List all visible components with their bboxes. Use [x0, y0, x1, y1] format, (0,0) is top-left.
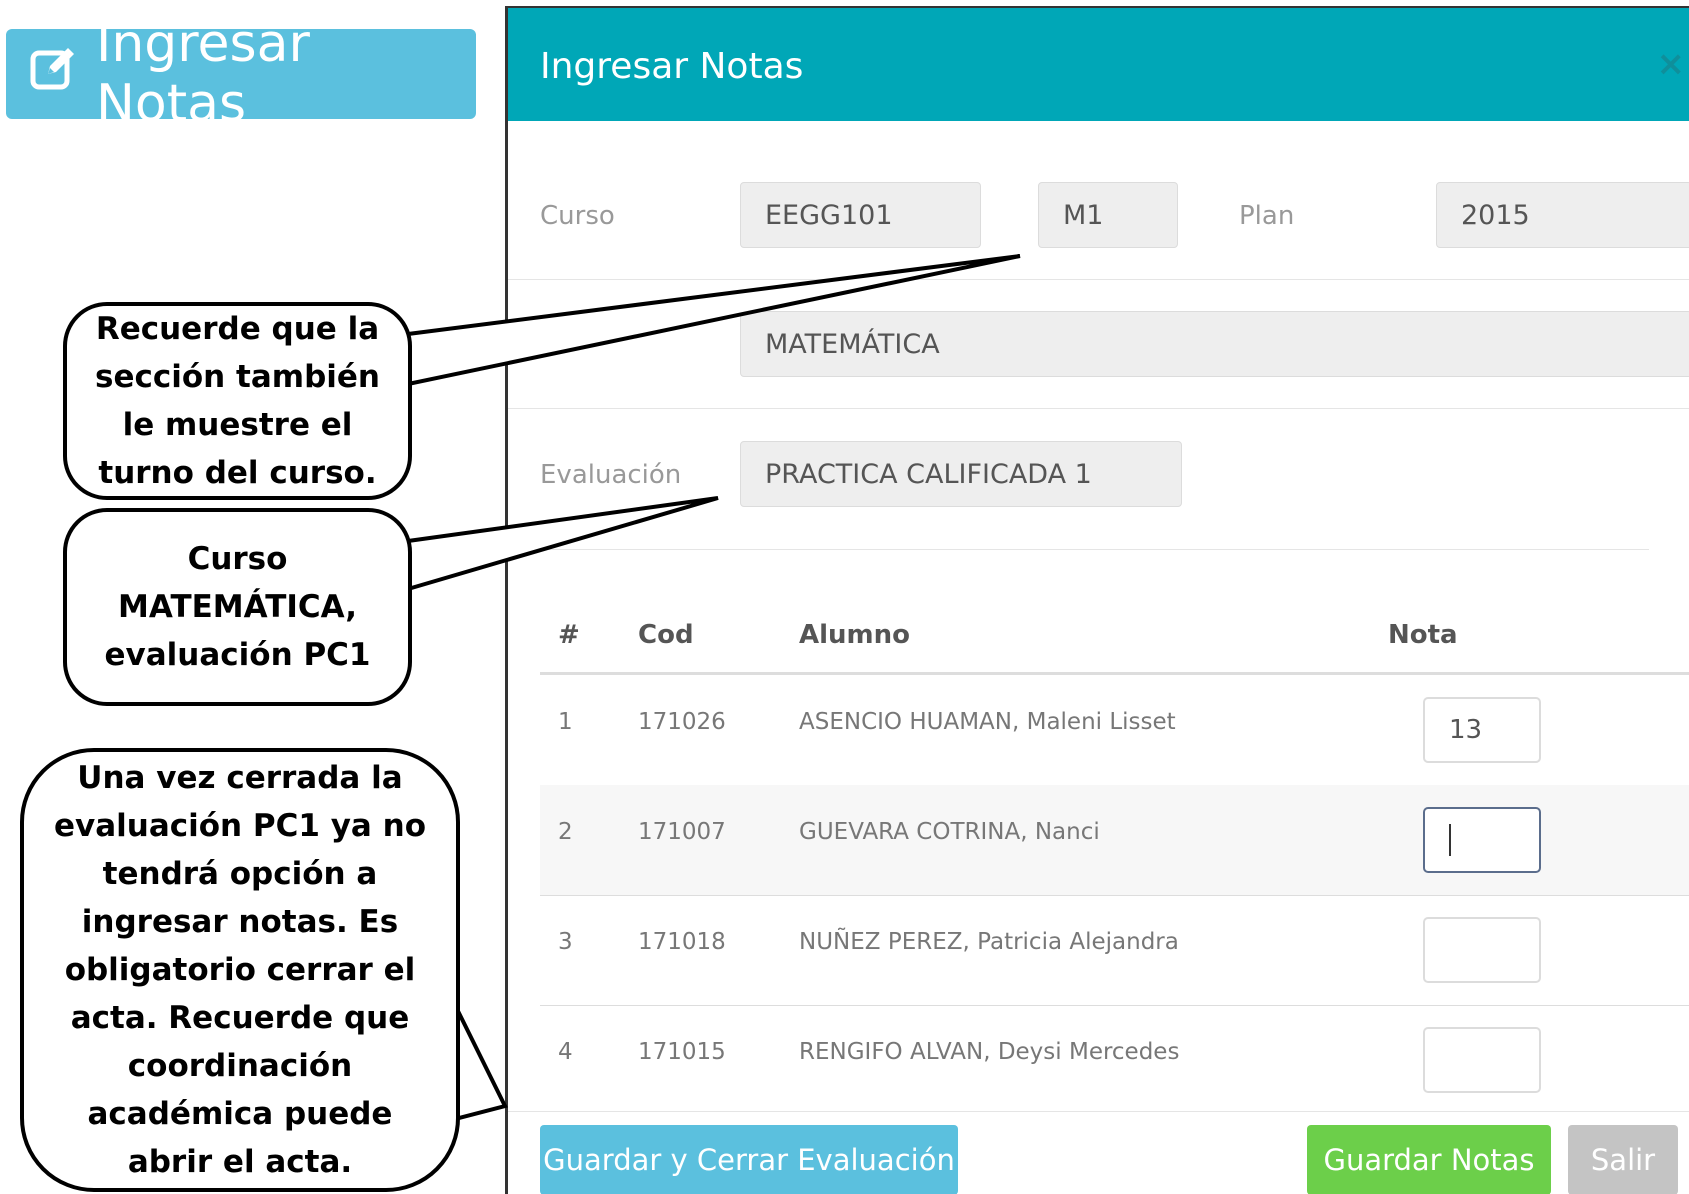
save-close-button[interactable]: Guardar y Cerrar Evaluación — [540, 1125, 958, 1194]
row-cod: 171015 — [638, 1039, 726, 1065]
row-alumno: NUÑEZ PEREZ, Patricia Alejandra — [799, 929, 1179, 955]
save-notes-button[interactable]: Guardar Notas — [1307, 1125, 1551, 1194]
header-alumno: Alumno — [799, 620, 911, 650]
ingresar-notas-label: Ingresar Notas — [96, 14, 310, 134]
row-num: 2 — [558, 819, 573, 845]
curso-code-field: EEGG101 — [740, 182, 981, 248]
nota-input[interactable] — [1423, 807, 1541, 873]
modal-title: Ingresar Notas — [540, 46, 804, 87]
callout-curso-evaluacion: Curso MATEMÁTICA, evaluación PC1 — [63, 508, 412, 706]
plan-field: 2015 — [1436, 182, 1689, 248]
row-alumno: RENGIFO ALVAN, Deysi Mercedes — [799, 1039, 1180, 1065]
edit-icon — [30, 44, 78, 105]
row-alumno: ASENCIO HUAMAN, Maleni Lisset — [799, 709, 1176, 735]
close-icon[interactable]: × — [1657, 44, 1686, 84]
course-name-field: MATEMÁTICA — [740, 311, 1689, 377]
table-row: 1 171026 ASENCIO HUAMAN, Maleni Lisset 1… — [540, 675, 1689, 786]
callout-seccion-turno: Recuerde que la sección también le muest… — [63, 302, 412, 500]
footer-divider — [508, 1111, 1689, 1112]
callout-pointer — [453, 1004, 508, 1122]
plan-label: Plan — [1239, 201, 1295, 231]
row-cod: 171018 — [638, 929, 726, 955]
curso-label: Curso — [540, 201, 615, 231]
table-row: 4 171015 RENGIFO ALVAN, Deysi Mercedes — [540, 1005, 1689, 1115]
divider — [508, 408, 1689, 409]
callout-cerrar-acta: Una vez cerrada la evaluación PC1 ya no … — [20, 748, 460, 1192]
ingresar-notas-modal: Ingresar Notas × Curso EEGG101 M1 Plan 2… — [505, 6, 1689, 1194]
row-num: 1 — [558, 709, 573, 735]
evaluacion-label: Evaluación — [540, 460, 682, 490]
divider — [540, 549, 1649, 550]
ingresar-notas-button[interactable]: Ingresar Notas — [6, 14, 476, 134]
evaluacion-field: PRACTICA CALIFICADA 1 — [740, 441, 1182, 507]
nota-input[interactable]: 13 — [1423, 697, 1541, 763]
row-cod: 171026 — [638, 709, 726, 735]
text-caret — [1449, 824, 1451, 856]
seccion-field: M1 — [1038, 182, 1178, 248]
header-num: # — [558, 620, 580, 650]
row-num: 4 — [558, 1039, 573, 1065]
nota-input[interactable] — [1423, 1027, 1541, 1093]
modal-header: Ingresar Notas × — [508, 8, 1689, 121]
row-cod: 171007 — [638, 819, 726, 845]
table-row: 3 171018 NUÑEZ PEREZ, Patricia Alejandra — [540, 895, 1689, 1006]
table-row: 2 171007 GUEVARA COTRINA, Nanci — [540, 785, 1689, 896]
header-cod: Cod — [638, 620, 694, 650]
nota-input[interactable] — [1423, 917, 1541, 983]
header-nota: Nota — [1388, 620, 1458, 650]
exit-button[interactable]: Salir — [1568, 1125, 1678, 1194]
divider — [508, 279, 1689, 280]
row-alumno: GUEVARA COTRINA, Nanci — [799, 819, 1100, 845]
row-num: 3 — [558, 929, 573, 955]
